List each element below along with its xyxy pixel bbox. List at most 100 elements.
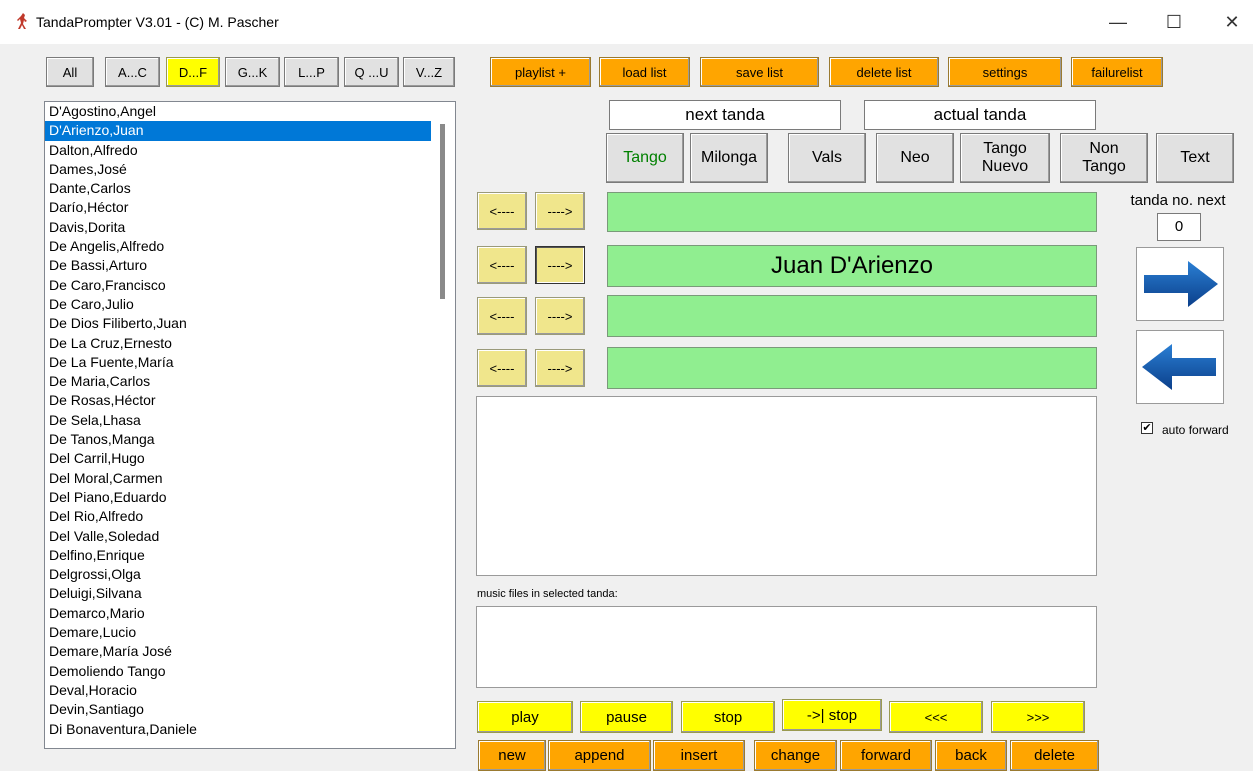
list-item[interactable]: De Bassi,Arturo (45, 256, 455, 275)
filter-label: Q ...U (354, 64, 389, 80)
append-button[interactable]: append (548, 740, 651, 771)
filter-all-button[interactable]: All (46, 57, 94, 87)
orchestra-list[interactable]: D'Agostino,Angel D'Arienzo,Juan Dalton,Alf… (44, 101, 456, 749)
tanda-slot-2[interactable]: Juan D'Arienzo (607, 245, 1097, 287)
slot3-left-button[interactable]: <---- (477, 297, 527, 335)
list-item[interactable]: Del Valle,Soledad (45, 527, 455, 546)
list-item[interactable]: De La Fuente,María (45, 353, 455, 372)
list-item[interactable]: Dalton,Alfredo (45, 141, 455, 160)
list-item[interactable]: D'Arienzo,Juan (45, 121, 431, 141)
type-neo-button[interactable]: Neo (876, 133, 954, 183)
arrow-label: ----> (547, 308, 573, 324)
filter-l-p-button[interactable]: L...P (284, 57, 339, 87)
close-button[interactable]: ✕ (1220, 10, 1244, 34)
save-list-button[interactable]: save list (700, 57, 819, 87)
list-item[interactable]: Delfino,Enrique (45, 546, 455, 565)
type-label-line2: Tango (1082, 158, 1126, 175)
list-item[interactable]: Deval,Horacio (45, 681, 455, 700)
forward-button[interactable]: forward (840, 740, 932, 771)
list-item[interactable]: Di Bonaventura,Daniele (45, 720, 455, 739)
tanda-no-next-field[interactable]: 0 (1157, 213, 1201, 241)
type-milonga-button[interactable]: Milonga (690, 133, 768, 183)
button-label: new (498, 747, 526, 764)
tanda-details-area[interactable] (476, 396, 1097, 576)
list-item[interactable]: De Sela,Lhasa (45, 411, 455, 430)
list-item[interactable]: Demare,María José (45, 642, 455, 661)
button-label: save list (736, 64, 783, 80)
list-item[interactable]: Dante,Carlos (45, 179, 455, 198)
filter-v-z-button[interactable]: V...Z (403, 57, 455, 87)
button-label: insert (680, 747, 718, 764)
back-arrow-button[interactable] (1136, 330, 1224, 404)
type-text-button[interactable]: Text (1156, 133, 1234, 183)
type-label: Neo (900, 149, 930, 166)
slot4-right-button[interactable]: ----> (535, 349, 585, 387)
change-button[interactable]: change (754, 740, 837, 771)
type-vals-button[interactable]: Vals (788, 133, 866, 183)
list-item[interactable]: De Maria,Carlos (45, 372, 455, 391)
type-tango-nuevo-button[interactable]: Tango Nuevo (960, 133, 1050, 183)
tanda-slot-3[interactable] (607, 295, 1097, 337)
list-item[interactable]: Demoliendo Tango (45, 662, 455, 681)
delete-button[interactable]: delete (1010, 740, 1099, 771)
button-label: >>> (1026, 709, 1050, 725)
list-item[interactable]: De Caro,Francisco (45, 276, 455, 295)
list-item[interactable]: De Angelis,Alfredo (45, 237, 455, 256)
list-item[interactable]: Del Piano,Eduardo (45, 488, 455, 507)
list-item[interactable]: Dames,José (45, 160, 455, 179)
list-item[interactable]: Darío,Héctor (45, 198, 455, 217)
insert-button[interactable]: insert (653, 740, 745, 771)
play-button[interactable]: play (477, 701, 573, 733)
type-tango-button[interactable]: Tango (606, 133, 684, 183)
slot4-left-button[interactable]: <---- (477, 349, 527, 387)
slot2-right-button[interactable]: ----> (535, 246, 585, 284)
list-item[interactable]: Demare,Lucio (45, 623, 455, 642)
list-item[interactable]: De La Cruz,Ernesto (45, 334, 455, 353)
slot3-right-button[interactable]: ----> (535, 297, 585, 335)
failurelist-button[interactable]: failurelist (1071, 57, 1163, 87)
list-item[interactable]: Del Rio,Alfredo (45, 507, 455, 526)
filter-g-k-button[interactable]: G...K (225, 57, 280, 87)
slot1-right-button[interactable]: ----> (535, 192, 585, 230)
list-item[interactable]: De Caro,Julio (45, 295, 455, 314)
tanda-slot-1[interactable] (607, 192, 1097, 232)
maximize-button[interactable]: ☐ (1162, 10, 1186, 34)
type-non-tango-button[interactable]: Non Tango (1060, 133, 1148, 183)
rewind-button[interactable]: <<< (889, 701, 983, 733)
arrow-label: <---- (489, 203, 515, 219)
list-item[interactable]: De Rosas,Héctor (45, 391, 455, 410)
list-item[interactable]: Deluigi,Silvana (45, 584, 455, 603)
list-item[interactable]: Demarco,Mario (45, 604, 455, 623)
back-button[interactable]: back (935, 740, 1007, 771)
filter-d-f-button[interactable]: D...F (166, 57, 220, 87)
list-item[interactable]: Del Moral,Carmen (45, 469, 455, 488)
tanda-slot-4[interactable] (607, 347, 1097, 389)
list-item[interactable]: Del Carril,Hugo (45, 449, 455, 468)
list-item[interactable]: D'Agostino,Angel (45, 102, 455, 121)
auto-forward-label: auto forward (1162, 423, 1229, 437)
minimize-button[interactable]: — (1106, 10, 1130, 34)
delete-list-button[interactable]: delete list (829, 57, 939, 87)
settings-button[interactable]: settings (948, 57, 1062, 87)
forward-arrow-button[interactable] (1136, 247, 1224, 321)
load-list-button[interactable]: load list (599, 57, 690, 87)
auto-forward-checkbox[interactable]: ✔ (1141, 422, 1153, 434)
stop-button[interactable]: stop (681, 701, 775, 733)
music-files-list[interactable] (476, 606, 1097, 688)
stop-after-button[interactable]: ->| stop (782, 699, 882, 731)
pause-button[interactable]: pause (580, 701, 673, 733)
list-item[interactable]: Delgrossi,Olga (45, 565, 455, 584)
list-item[interactable]: De Dios Filiberto,Juan (45, 314, 455, 333)
list-item[interactable]: Davis,Dorita (45, 218, 455, 237)
playlist-plus-button[interactable]: playlist + (490, 57, 591, 87)
slot1-left-button[interactable]: <---- (477, 192, 527, 230)
filter-a-c-button[interactable]: A...C (105, 57, 160, 87)
next-tanda-label: next tanda (609, 100, 841, 130)
list-item[interactable]: Devin,Santiago (45, 700, 455, 719)
list-item[interactable]: De Tanos,Manga (45, 430, 455, 449)
filter-q-u-button[interactable]: Q ...U (344, 57, 399, 87)
slot2-left-button[interactable]: <---- (477, 246, 527, 284)
fast-forward-button[interactable]: >>> (991, 701, 1085, 733)
new-button[interactable]: new (478, 740, 546, 771)
list-scrollbar-thumb[interactable] (440, 124, 445, 299)
